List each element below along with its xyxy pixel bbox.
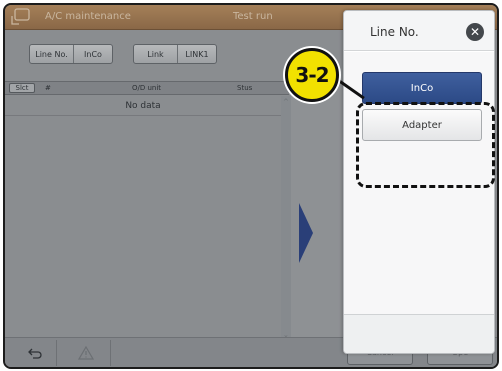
warning-icon <box>77 346 94 360</box>
table-header: Slct # O/D unit Stus <box>5 81 289 95</box>
back-button[interactable] <box>13 340 57 366</box>
empty-state-text: No data <box>5 96 281 116</box>
app-icon <box>11 8 33 26</box>
tab-title: Test run <box>233 11 273 22</box>
column-status: Stus <box>237 84 253 92</box>
warning-button[interactable] <box>61 340 111 366</box>
link-filter[interactable]: Link LINK1 <box>133 44 217 64</box>
column-number: # <box>45 84 51 92</box>
app-title: A/C maintenance <box>45 11 131 22</box>
callout-highlight-box <box>356 102 495 188</box>
scroll-up-icon[interactable]: ^ <box>283 98 289 106</box>
link-value: LINK1 <box>185 49 209 59</box>
select-button[interactable]: Slct <box>9 83 35 93</box>
line-no-filter[interactable]: Line No. InCo <box>29 44 113 64</box>
close-icon[interactable]: ✕ <box>466 23 484 41</box>
step-label: 3-2 <box>295 63 329 87</box>
side-panel <box>291 81 347 341</box>
line-no-value: InCo <box>84 49 102 59</box>
step-badge: 3-2 <box>285 48 339 102</box>
column-od-unit: O/D unit <box>132 84 162 92</box>
expand-arrow-icon[interactable] <box>299 203 313 263</box>
dialog-header: Line No. ✕ <box>344 11 494 51</box>
link-label: Link <box>134 45 178 63</box>
dialog-title: Line No. <box>370 25 419 39</box>
table-scrollbar[interactable]: ^ ⌄ <box>281 96 291 341</box>
back-icon <box>27 348 42 359</box>
option-inco-button[interactable]: InCo <box>362 72 482 104</box>
dialog-footer <box>344 314 494 353</box>
line-no-label: Line No. <box>30 45 74 63</box>
